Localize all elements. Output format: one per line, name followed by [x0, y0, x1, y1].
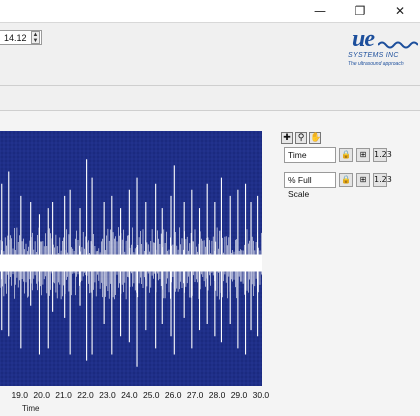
toolbar-band — [0, 86, 420, 110]
x-tick-label: 28.0 — [208, 390, 226, 400]
scale-legend-y: % Full Scale 🔒 ⊞ 1.23 — [284, 171, 392, 199]
minimize-button[interactable]: — — [300, 0, 340, 22]
waveform-plot-area[interactable] — [0, 131, 262, 386]
x-tick-label: 19.0 — [11, 390, 28, 400]
zoom-icon[interactable]: ⚲ — [295, 132, 307, 144]
x-scale-name: Time — [284, 147, 336, 163]
x-tick-label: 22.0 — [77, 390, 94, 400]
x-tick-label: 24.0 — [121, 390, 138, 400]
format-icon[interactable]: 1.23 — [373, 173, 392, 187]
window-title-bar: — ❐ ✕ — [0, 0, 420, 22]
x-tick-label: 25.0 — [142, 390, 160, 400]
logo-wave-icon — [378, 41, 418, 49]
logo-mark: ue — [352, 26, 375, 52]
x-tick-label: 21.0 — [55, 390, 72, 400]
autoscale-icon[interactable]: ⊞ — [356, 173, 370, 187]
time-axis: Time 19.0 20.0 21.0 22.0 23.0 24.0 25.0 26.0 27.… — [0, 386, 270, 416]
graph-palette: ✚ ⚲ ✋ — [281, 132, 321, 144]
crosshair-cursor-icon[interactable]: ✚ — [281, 132, 293, 144]
x-tick-label: 20.0 — [33, 390, 50, 400]
spin-down-icon[interactable]: ▼ — [32, 38, 39, 44]
x-tick-label: 27.0 — [186, 390, 204, 400]
numeric-spin-control[interactable]: ▲ ▼ — [31, 31, 40, 44]
scale-legend-x: Time 🔒 ⊞ 1.23 — [284, 146, 392, 164]
x-tick-label: 30.0 — [252, 390, 270, 400]
logo-tagline: The ultrasound approach — [348, 61, 404, 67]
restore-button[interactable]: ❐ — [340, 0, 380, 22]
lock-icon[interactable]: 🔒 — [339, 148, 353, 162]
lock-icon[interactable]: 🔒 — [339, 173, 353, 187]
x-tick-label: 29.0 — [230, 390, 248, 400]
autoscale-icon[interactable]: ⊞ — [356, 148, 370, 162]
close-button[interactable]: ✕ — [380, 0, 420, 22]
format-icon[interactable]: 1.23 — [373, 148, 392, 162]
x-tick-label: 26.0 — [164, 390, 182, 400]
company-logo: ue SYSTEMS INC The ultrasound approach — [346, 26, 418, 70]
logo-company-name: SYSTEMS INC — [348, 52, 399, 59]
x-tick-label: 23.0 — [99, 390, 116, 400]
y-scale-name: % Full Scale — [284, 172, 336, 199]
x-axis-label: Time — [22, 404, 40, 413]
waveform-chart — [0, 131, 262, 386]
pan-hand-icon[interactable]: ✋ — [309, 132, 321, 144]
